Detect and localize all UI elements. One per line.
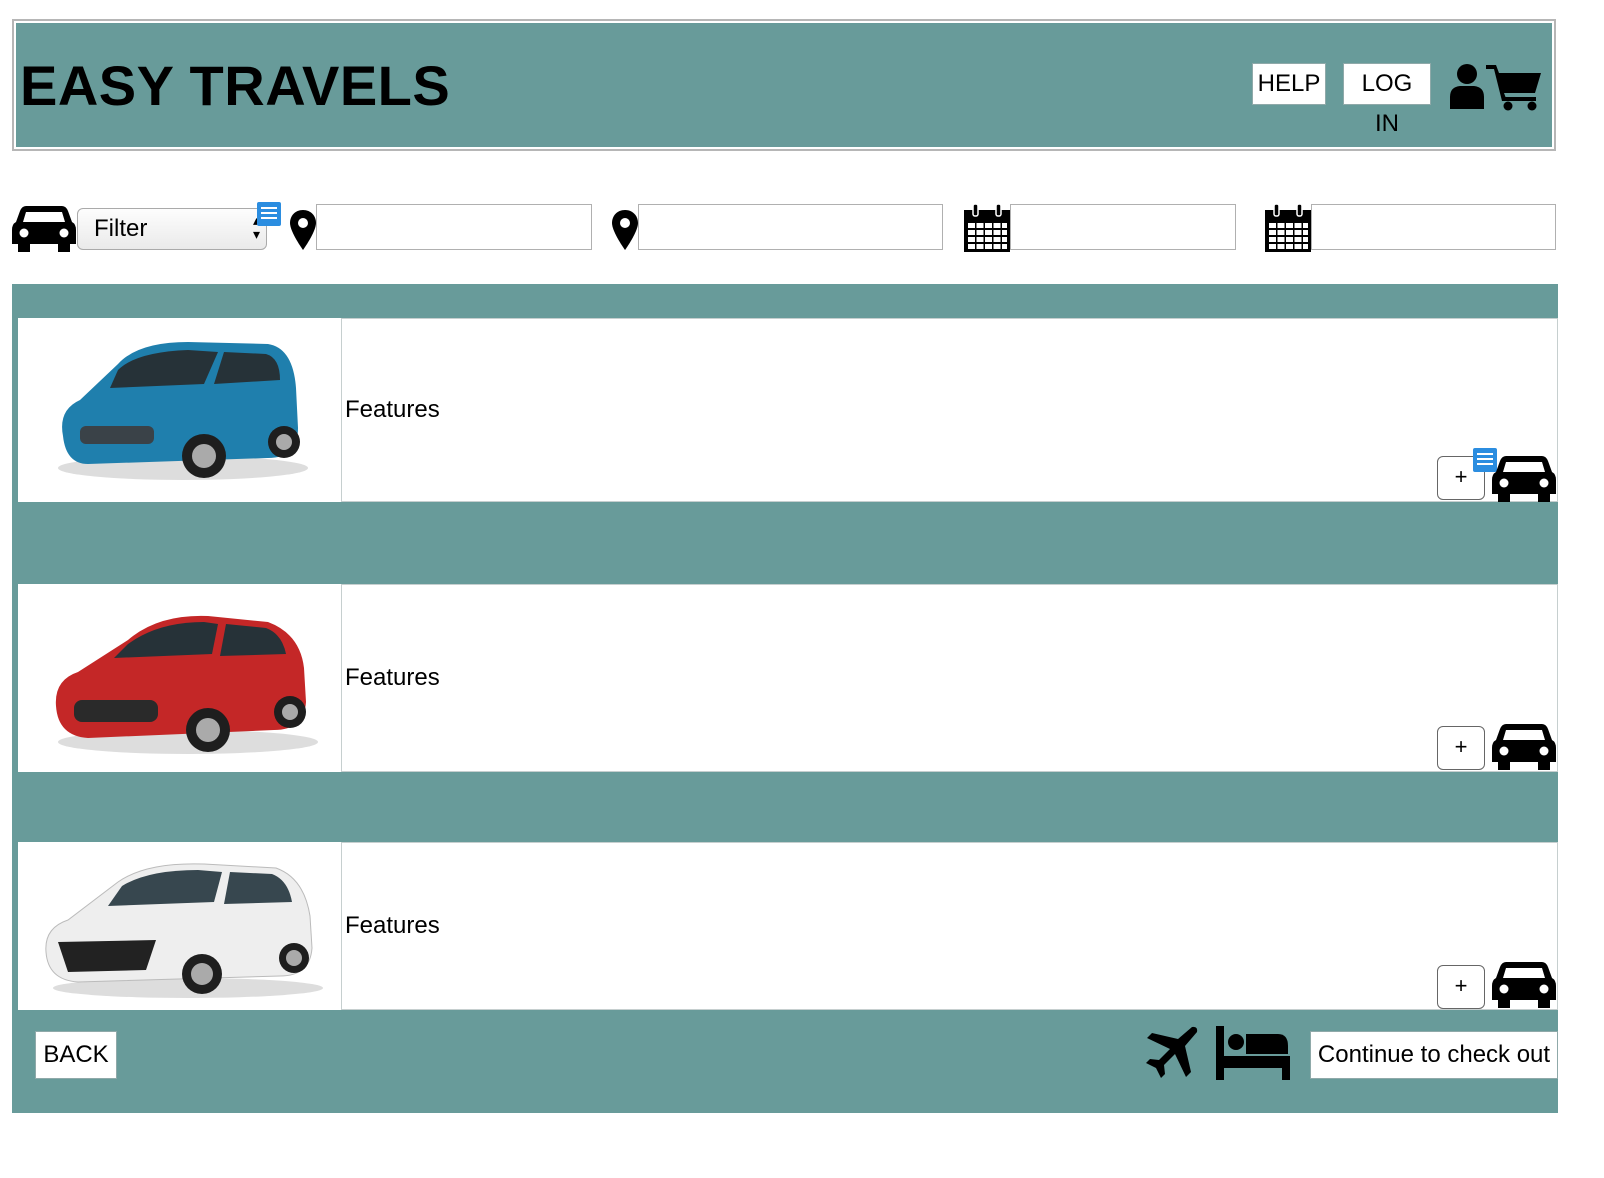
car-image bbox=[18, 842, 341, 1010]
shopping-cart-icon[interactable] bbox=[1486, 63, 1542, 116]
features-label: Features bbox=[345, 396, 440, 423]
pickup-date-input[interactable] bbox=[1010, 204, 1236, 250]
add-car-button[interactable]: + bbox=[1437, 726, 1485, 770]
car-icon[interactable] bbox=[1490, 452, 1558, 509]
filter-select[interactable]: Filter ▴▾ bbox=[77, 208, 267, 250]
car-result-card: Features + bbox=[18, 842, 1558, 1010]
map-pin-icon bbox=[612, 210, 638, 255]
menu-icon[interactable] bbox=[257, 202, 281, 226]
airplane-icon[interactable] bbox=[1144, 1024, 1200, 1085]
car-features-panel: Features bbox=[341, 842, 1558, 1010]
filter-label: Filter bbox=[94, 215, 148, 242]
login-button[interactable]: LOG IN bbox=[1343, 63, 1431, 137]
dropoff-date-input[interactable] bbox=[1311, 204, 1556, 250]
pickup-location-input[interactable] bbox=[316, 204, 592, 250]
dropoff-location-input[interactable] bbox=[638, 204, 943, 250]
car-result-card: Features + bbox=[18, 318, 1558, 502]
car-features-panel: Features bbox=[341, 318, 1558, 502]
help-button[interactable]: HELP bbox=[1252, 63, 1326, 105]
car-result-card: Features + bbox=[18, 584, 1558, 772]
car-icon[interactable] bbox=[1490, 958, 1558, 1015]
add-car-button[interactable]: + bbox=[1437, 965, 1485, 1009]
header-bar: EASY TRAVELS HELP LOG IN bbox=[12, 19, 1556, 151]
header-background: EASY TRAVELS HELP LOG IN bbox=[16, 23, 1552, 147]
results-panel: Features + Features + Features + BACK Co… bbox=[12, 284, 1558, 1113]
back-button[interactable]: BACK bbox=[35, 1031, 117, 1079]
calendar-icon[interactable] bbox=[1265, 204, 1311, 257]
features-label: Features bbox=[345, 912, 440, 939]
car-image bbox=[18, 584, 341, 772]
car-image bbox=[18, 318, 341, 502]
car-features-panel: Features bbox=[341, 584, 1558, 772]
search-bar: Filter ▴▾ bbox=[0, 196, 1604, 262]
bed-icon[interactable] bbox=[1216, 1026, 1290, 1085]
features-label: Features bbox=[345, 664, 440, 691]
car-icon[interactable] bbox=[1490, 720, 1558, 777]
car-icon bbox=[12, 202, 76, 259]
calendar-icon[interactable] bbox=[964, 204, 1010, 257]
checkout-button[interactable]: Continue to check out bbox=[1310, 1031, 1558, 1079]
site-logo[interactable]: EASY TRAVELS bbox=[20, 53, 450, 118]
user-icon[interactable] bbox=[1448, 63, 1486, 114]
map-pin-icon bbox=[290, 210, 316, 255]
